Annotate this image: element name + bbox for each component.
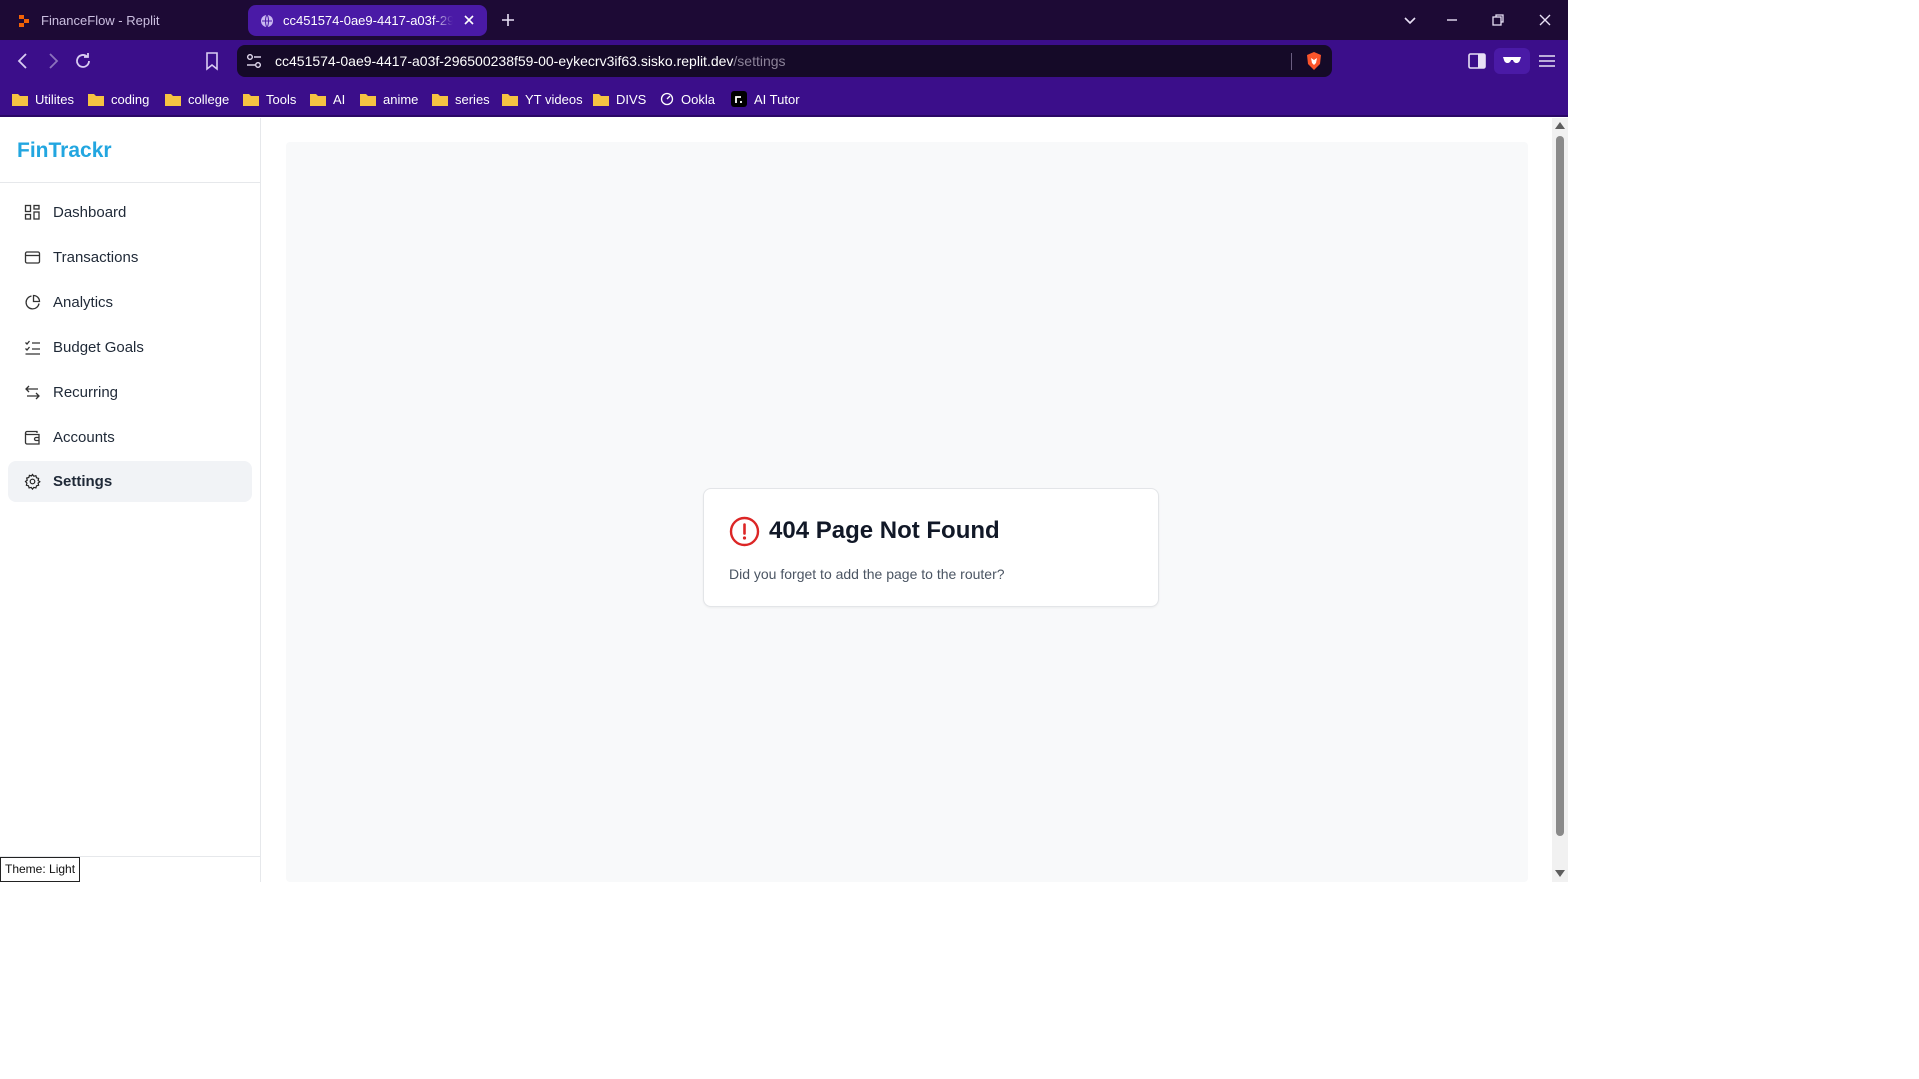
bookmark-tools[interactable]: Tools [243,89,296,109]
bookmark-label: YT videos [525,91,583,107]
wallet-icon [24,430,40,445]
browser-toolbar: cc451574-0ae9-4417-a03f-296500238f59-00-… [0,40,1568,82]
reader-mode-button[interactable] [1494,48,1530,74]
nav-label: Accounts [53,429,115,446]
tab-financeflow-replit[interactable]: FinanceFlow - Replit [8,5,244,36]
bookmark-label: Ookla [681,91,715,107]
scroll-up-arrow-icon[interactable] [1555,122,1565,129]
folder-icon [360,93,376,106]
url-path: /settings [733,53,786,69]
sidebar-item-budget-goals[interactable]: Budget Goals [8,327,252,368]
site-settings-icon[interactable] [245,52,263,70]
gear-icon [24,473,41,490]
url-text: cc451574-0ae9-4417-a03f-296500238f59-00-… [275,53,786,69]
tab-active-page[interactable]: cc451574-0ae9-4417-a03f-2965 [248,5,487,36]
close-tab-icon[interactable] [461,12,477,28]
nav-label: Settings [53,473,113,490]
list-checks-icon [25,340,40,355]
not-found-card: 404 Page Not Found Did you forget to add… [703,488,1159,607]
folder-icon [88,93,104,106]
address-divider [1291,53,1292,70]
folder-icon [310,93,326,106]
minimize-icon[interactable] [1442,10,1462,30]
app-sidebar: FinTrackr Dashboard Transactions Analyti… [0,118,261,882]
pie-chart-icon [25,294,41,310]
bookmark-label: series [455,91,490,107]
bookmark-label: AI [333,91,346,107]
sidebar-item-dashboard[interactable]: Dashboard [8,192,252,233]
url-host: cc451574-0ae9-4417-a03f-296500238f59-00-… [275,53,734,69]
nav-label: Budget Goals [53,339,144,356]
brand-logo[interactable]: FinTrackr [17,139,112,163]
sidebar-item-settings[interactable]: Settings [8,461,252,502]
sidebar-toggle-icon[interactable] [1466,50,1488,72]
theme-indicator: Theme: Light [0,857,81,882]
sidebar-item-analytics[interactable]: Analytics [8,282,252,323]
main-content: 404 Page Not Found Did you forget to add… [262,118,1552,882]
brave-shields-icon[interactable] [1305,51,1323,71]
credit-card-icon [24,251,41,264]
folder-icon [12,93,28,106]
alert-circle-icon [729,516,760,547]
bookmark-label: anime [383,91,419,107]
bookmark-ai-tutor[interactable]: AI Tutor [731,89,800,109]
bookmark-label: coding [111,91,150,107]
tab-label: cc451574-0ae9-4417-a03f-2965 [283,13,453,28]
bookmark-icon[interactable] [201,50,223,72]
bookmark-coding[interactable]: coding [88,89,149,109]
folder-icon [502,93,518,106]
scrollbar-thumb[interactable] [1556,136,1564,836]
bookmark-series[interactable]: series [432,89,490,109]
vertical-scrollbar[interactable] [1552,118,1568,882]
replit-icon [19,14,29,27]
sidebar-item-accounts[interactable]: Accounts [8,417,252,458]
scroll-down-arrow-icon[interactable] [1555,870,1565,877]
nav-label: Recurring [53,384,119,401]
bookmark-utilites[interactable]: Utilites [12,89,74,109]
bookmark-label: college [188,91,230,107]
address-bar[interactable]: cc451574-0ae9-4417-a03f-296500238f59-00-… [237,45,1332,77]
sidebar-item-recurring[interactable]: Recurring [8,372,252,413]
tab-label: FinanceFlow - Replit [41,13,160,28]
glasses-icon [1503,57,1521,63]
nav-label: Dashboard [53,204,127,221]
browser-tab-strip: FinanceFlow - Replit cc451574-0ae9-4417-… [0,0,1568,40]
ai-tutor-icon [731,91,747,107]
reload-icon[interactable] [72,50,94,72]
back-icon[interactable] [12,50,34,72]
arrows-left-right-icon [25,385,40,400]
forward-icon[interactable] [42,50,64,72]
nav-label: Transactions [53,249,139,266]
tab-search-chevron-icon[interactable] [1400,10,1420,30]
close-window-icon[interactable] [1535,10,1555,30]
folder-icon [243,93,259,106]
speedometer-icon [660,92,674,106]
menu-icon[interactable] [1536,50,1558,72]
bookmark-label: Tools [266,91,297,107]
bookmark-label: Utilites [35,91,75,107]
bookmark-ookla[interactable]: Ookla [660,89,715,109]
dashboard-icon [24,204,40,220]
content-panel: 404 Page Not Found Did you forget to add… [286,142,1528,882]
restore-icon[interactable] [1488,10,1508,30]
sidebar-divider [0,182,261,183]
new-tab-icon[interactable] [498,10,518,30]
globe-icon [261,14,273,27]
not-found-title: 404 Page Not Found [769,517,1000,544]
folder-icon [593,93,609,106]
bookmarks-bar: Utilites coding college Tools AI anime s… [0,82,1568,117]
not-found-message: Did you forget to add the page to the ro… [729,566,1005,582]
folder-icon [432,93,448,106]
nav-label: Analytics [53,294,114,311]
sidebar-item-transactions[interactable]: Transactions [8,237,252,278]
bookmark-anime[interactable]: anime [360,89,418,109]
bookmark-yt-videos[interactable]: YT videos [502,89,583,109]
bookmark-label: DIVS [616,91,647,107]
bookmark-college[interactable]: college [165,89,229,109]
bookmark-divs[interactable]: DIVS [593,89,646,109]
folder-icon [165,93,181,106]
bookmark-label: AI Tutor [754,91,800,107]
bookmark-ai[interactable]: AI [310,89,345,109]
